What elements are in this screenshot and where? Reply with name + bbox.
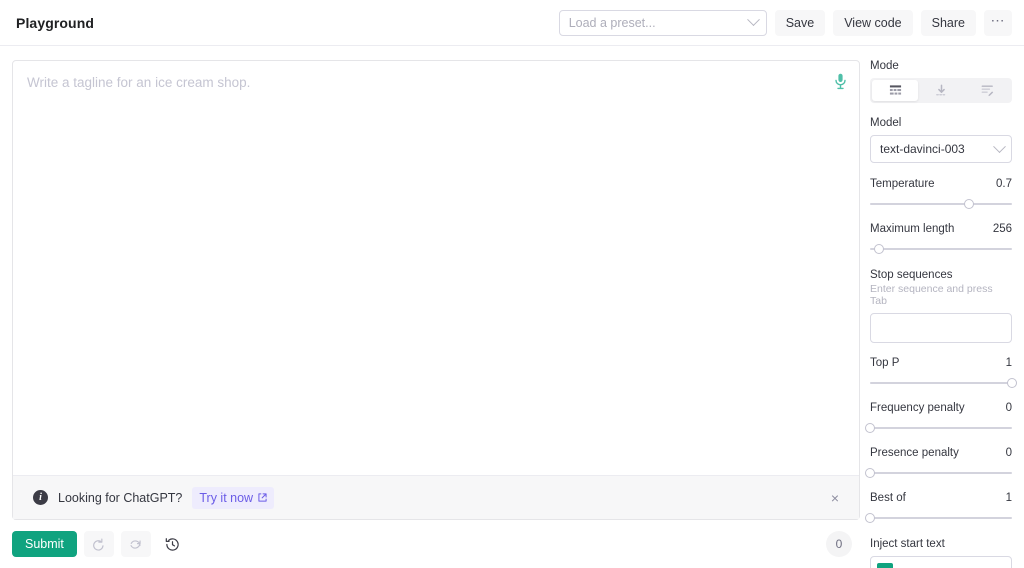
slider-track — [870, 517, 1012, 519]
share-button[interactable]: Share — [920, 9, 976, 36]
slider-thumb[interactable] — [865, 468, 875, 478]
param-label: Top P — [870, 357, 900, 369]
slider-track — [870, 248, 1012, 250]
param-value: 1 — [1005, 357, 1012, 369]
model-label: Model — [870, 117, 902, 129]
external-link-icon — [258, 493, 267, 502]
param-frequency-penalty: Frequency penalty 0 — [865, 402, 1012, 434]
regenerate-button[interactable] — [120, 531, 151, 557]
insert-icon — [935, 84, 945, 96]
inject-start-text-group: Inject start text — [870, 538, 1012, 568]
temperature-slider[interactable] — [870, 198, 1012, 210]
editor-panel: Write a tagline for an ice cream shop. i… — [12, 60, 860, 520]
mode-label: Mode — [870, 60, 899, 72]
param-label: Maximum length — [870, 223, 955, 235]
chevron-down-icon — [746, 13, 760, 27]
header-actions: Load a preset... Save View code Share ⋯ — [558, 9, 1012, 36]
param-value: 0.7 — [996, 178, 1012, 190]
mode-tab-complete[interactable] — [872, 80, 918, 101]
param-value: 0 — [1005, 447, 1012, 459]
save-button[interactable]: Save — [774, 9, 826, 36]
param-label: Best of — [870, 492, 906, 504]
complete-icon — [889, 85, 901, 95]
more-options-button[interactable]: ⋯ — [984, 9, 1012, 36]
inject-start-text-input[interactable] — [870, 556, 1012, 568]
preset-dropdown[interactable]: Load a preset... — [558, 9, 767, 36]
slider-thumb[interactable] — [865, 513, 875, 523]
param-label: Presence penalty — [870, 447, 959, 459]
chevron-down-icon — [993, 139, 1006, 153]
inject-start-text-checkbox[interactable] — [877, 563, 893, 568]
info-icon: i — [33, 490, 48, 505]
param-label: Temperature — [870, 178, 935, 190]
banner-text: Looking for ChatGPT? — [58, 490, 183, 505]
microphone-icon[interactable] — [831, 70, 849, 92]
maximum-length-slider[interactable] — [870, 243, 1012, 255]
param-value: 256 — [992, 223, 1012, 235]
view-code-button[interactable]: View code — [833, 9, 913, 36]
mode-tab-group — [870, 78, 1012, 103]
param-top-p: Top P 1 — [870, 357, 1017, 389]
top-p-slider[interactable] — [870, 377, 1017, 389]
banner-close-button[interactable]: × — [825, 487, 845, 509]
mode-tab-edit[interactable] — [964, 80, 1010, 101]
editor-toolbar: Submit 0 — [12, 520, 860, 568]
chatgpt-banner: i Looking for ChatGPT? Try it now × — [13, 475, 859, 519]
edit-icon — [981, 85, 993, 97]
inject-start-text-label: Inject start text — [870, 538, 945, 550]
undo-icon — [93, 538, 104, 551]
param-best-of: Best of 1 — [865, 492, 1012, 524]
history-button[interactable] — [158, 531, 188, 557]
slider-thumb[interactable] — [964, 199, 975, 209]
settings-sidebar: Mode Model text-davinci-003 Temperature … — [860, 46, 1024, 568]
mode-tab-insert[interactable] — [918, 80, 964, 101]
try-it-now-label: Try it now — [199, 490, 254, 505]
stop-sequences-hint: Enter sequence and press Tab — [870, 283, 993, 307]
token-counter: 0 — [826, 531, 852, 557]
best-of-slider[interactable] — [865, 512, 1012, 524]
stop-sequences-label: Stop sequences — [870, 269, 953, 281]
frequency-penalty-slider[interactable] — [865, 422, 1012, 434]
preset-placeholder: Load a preset... — [568, 15, 656, 30]
slider-track — [870, 203, 1012, 205]
refresh-icon — [130, 539, 142, 549]
main-body: Write a tagline for an ice cream shop. i… — [0, 46, 1024, 568]
model-value: text-davinci-003 — [880, 142, 965, 156]
slider-thumb[interactable] — [1007, 378, 1017, 388]
submit-button[interactable]: Submit — [12, 531, 77, 557]
stop-sequences-input[interactable] — [870, 313, 1012, 343]
slider-track — [870, 382, 1012, 384]
param-maximum-length: Maximum length 256 — [870, 223, 1012, 255]
prompt-placeholder: Write a tagline for an ice cream shop. — [27, 75, 251, 90]
app-header: Playground Load a preset... Save View co… — [0, 0, 1024, 46]
prompt-textarea[interactable]: Write a tagline for an ice cream shop. — [13, 61, 859, 475]
param-value: 0 — [1005, 402, 1012, 414]
model-dropdown[interactable]: text-davinci-003 — [870, 135, 1012, 163]
param-label: Frequency penalty — [870, 402, 965, 414]
undo-button[interactable] — [83, 531, 114, 557]
slider-track — [870, 427, 1012, 429]
slider-track — [870, 472, 1012, 474]
slider-thumb[interactable] — [873, 244, 884, 254]
presence-penalty-slider[interactable] — [865, 467, 1012, 479]
slider-thumb[interactable] — [865, 423, 875, 433]
editor-column: Write a tagline for an ice cream shop. i… — [0, 46, 860, 568]
history-clock-icon — [166, 537, 180, 551]
param-presence-penalty: Presence penalty 0 — [865, 447, 1012, 479]
param-temperature: Temperature 0.7 — [870, 178, 1012, 210]
try-it-now-link[interactable]: Try it now — [192, 486, 275, 509]
page-title: Playground — [16, 14, 95, 31]
stop-sequences-group: Stop sequences Enter sequence and press … — [870, 269, 1012, 343]
param-value: 1 — [1005, 492, 1012, 504]
